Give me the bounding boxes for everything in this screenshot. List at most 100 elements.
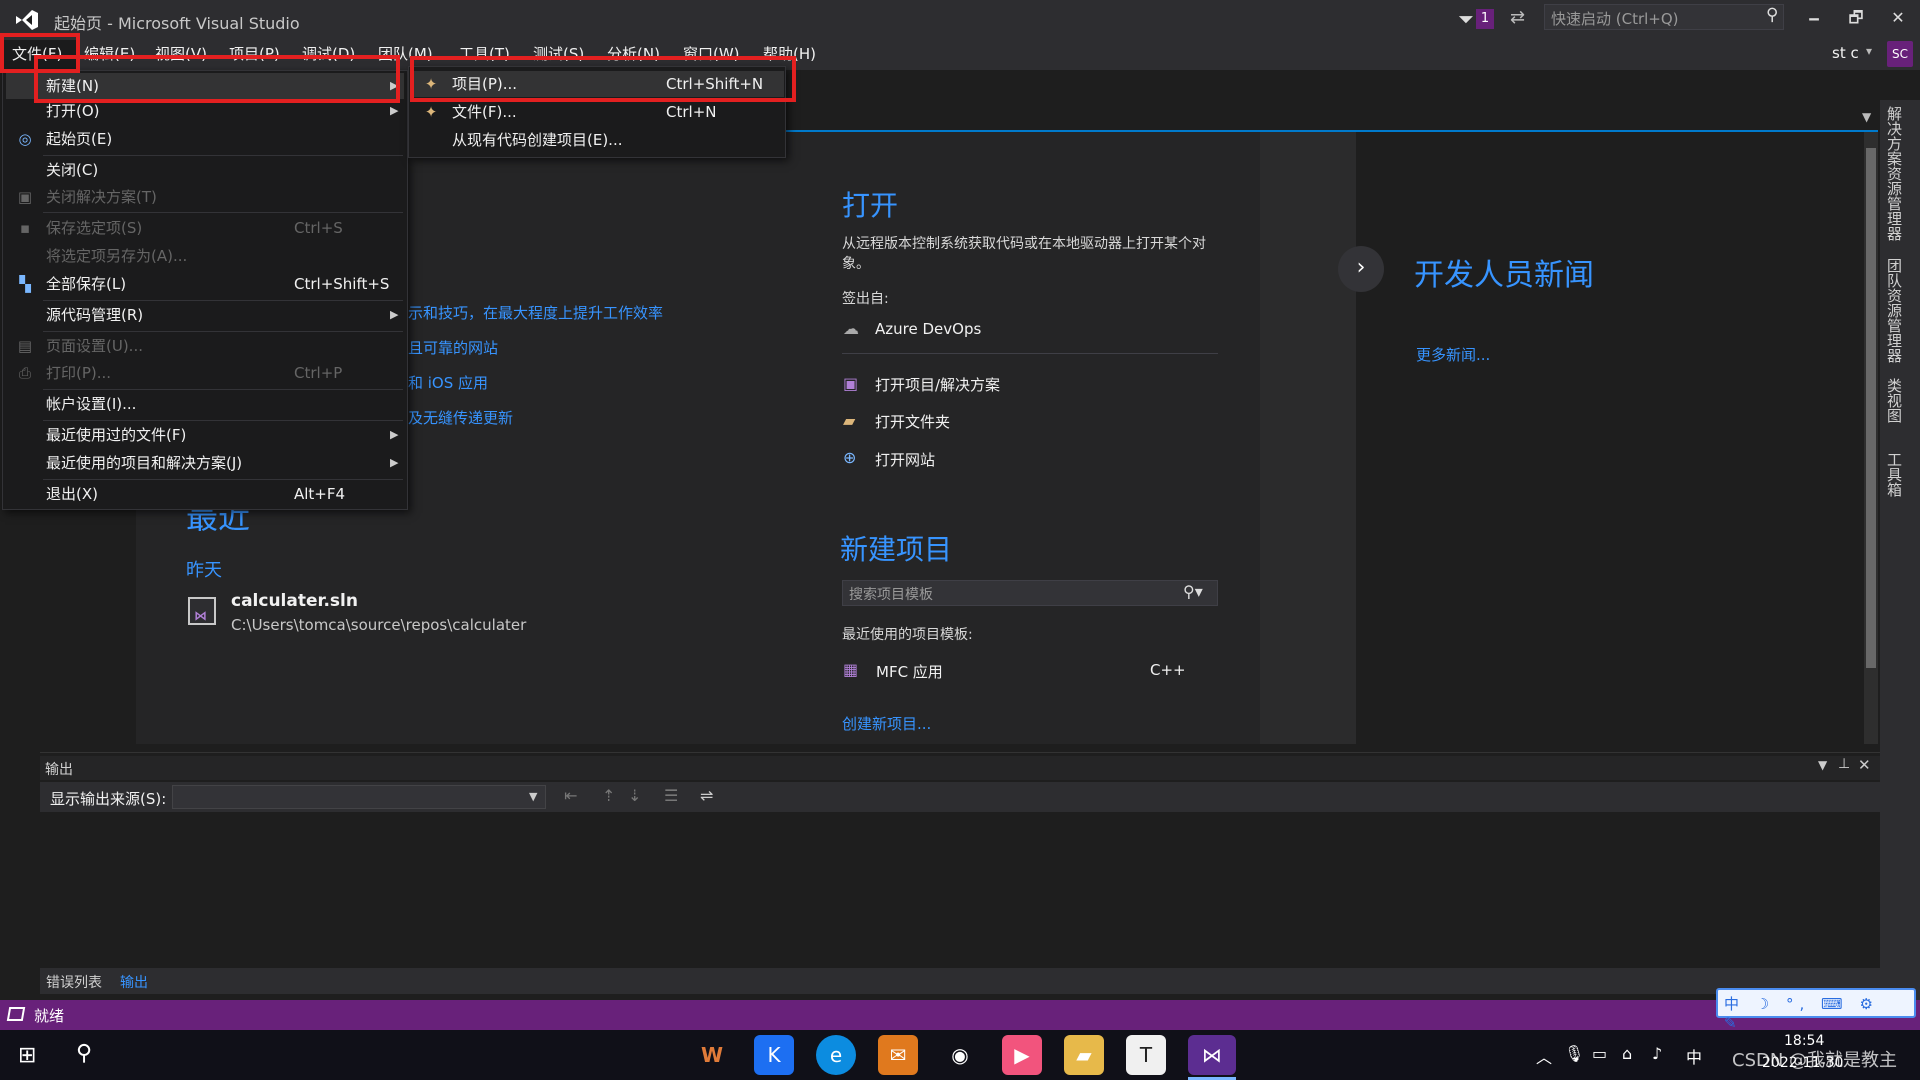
chevron-down-icon[interactable]: ▾ — [1866, 44, 1872, 58]
previous-message-icon[interactable]: ⇡ — [602, 786, 615, 805]
go-to-line-icon[interactable]: ⇤ — [564, 786, 577, 805]
menu-item-project-from-existing-code[interactable]: 从现有代码创建项目(E)... — [412, 127, 784, 153]
pin-icon[interactable]: ⊥ — [1838, 756, 1850, 772]
create-new-project-link[interactable]: 创建新项目... — [842, 713, 931, 734]
menu-item-account-settings[interactable]: 帐户设置(I)... — [6, 391, 404, 417]
output-title: 输出 — [45, 762, 73, 778]
menu-item-recent-files[interactable]: 最近使用过的文件(F) ▶ — [6, 422, 404, 448]
filter-icon[interactable]: ⏷ — [1458, 7, 1474, 31]
open-project-link[interactable]: 打开项目/解决方案 — [875, 374, 1000, 395]
ime-language[interactable]: 中 — [1686, 1044, 1702, 1068]
app-icon-pen[interactable]: W — [692, 1035, 732, 1075]
start-page-icon: ◎ — [18, 130, 32, 148]
menu-separator — [43, 300, 403, 301]
expand-news-button[interactable]: › — [1338, 246, 1384, 292]
template-name[interactable]: MFC 应用 — [876, 661, 943, 682]
ime-toolbar[interactable]: 中 ☽ °, ⌨ ⚙ ✎ — [1716, 988, 1916, 1032]
tab-error-list[interactable]: 错误列表 — [46, 972, 102, 992]
menu-separator — [43, 331, 403, 332]
recent-item-name[interactable]: calculater.sln — [231, 591, 358, 611]
tip-link[interactable]: 示和技巧，在最大程度上提升工作效率 — [408, 302, 663, 323]
clear-all-icon[interactable]: ☰ — [664, 786, 678, 805]
tab-solution-explorer[interactable]: 解决方案资源管理器 — [1884, 106, 1905, 241]
file-explorer-icon[interactable]: ▰ — [1064, 1035, 1104, 1075]
new-file-icon: ✦ — [424, 103, 438, 121]
mfc-app-icon: ▦ — [843, 660, 859, 679]
quick-launch-input[interactable]: 快速启动 (Ctrl+Q) — [1544, 4, 1784, 30]
typora-icon[interactable]: T — [1126, 1035, 1166, 1075]
recent-item-path: C:\Users\tomca\source\repos\calculater — [231, 616, 527, 634]
search-icon[interactable]: ⚲ — [1766, 5, 1778, 25]
menu-item-save-selected: ▪ 保存选定项(S) Ctrl+S — [6, 215, 404, 241]
menu-separator — [43, 212, 403, 213]
battery-icon[interactable]: ▭ — [1592, 1044, 1607, 1063]
template-search-input[interactable]: 搜索项目模板 ⚲▾ — [842, 580, 1218, 606]
cloud-icon: ☁ — [843, 319, 859, 338]
word-wrap-icon[interactable]: ⇌ — [700, 786, 713, 805]
search-icon[interactable]: ⚲▾ — [1183, 582, 1203, 601]
scrollbar-thumb[interactable] — [1866, 148, 1876, 668]
save-all-icon: ▚ — [19, 275, 31, 293]
tip-link[interactable]: 及无缝传递更新 — [408, 407, 513, 428]
visual-studio-logo-icon[interactable] — [14, 8, 40, 32]
menu-item-close[interactable]: 关闭(C) — [6, 157, 404, 183]
open-website-icon: ⊕ — [843, 448, 857, 467]
notification-badge[interactable]: 1 — [1476, 9, 1494, 29]
tab-class-view[interactable]: 类视图 — [1884, 378, 1905, 423]
menu-separator — [43, 155, 403, 156]
open-folder-icon: ▰ — [843, 411, 856, 430]
volume-icon[interactable]: ♪ — [1652, 1044, 1662, 1063]
app-icon-k[interactable]: K — [754, 1035, 794, 1075]
tip-link[interactable]: 且可靠的网站 — [408, 337, 498, 358]
avatar[interactable]: SC — [1887, 41, 1913, 67]
azure-devops-link[interactable]: Azure DevOps — [875, 320, 981, 338]
chevron-down-icon[interactable]: ▼ — [529, 790, 537, 803]
open-folder-link[interactable]: 打开文件夹 — [875, 411, 950, 432]
windows-start-icon[interactable]: ⊞ — [18, 1043, 36, 1068]
wechat-icon[interactable]: ✉ — [878, 1035, 918, 1075]
search-icon[interactable]: ⚲ — [76, 1041, 92, 1066]
user-name[interactable]: st c — [1832, 44, 1859, 62]
tip-link[interactable]: 和 iOS 应用 — [408, 372, 488, 393]
open-description: 从远程版本控制系统获取代码或在本地驱动器上打开某个对象。 — [842, 236, 1206, 272]
checkout-label: 签出自: — [842, 291, 889, 307]
menu-item-exit[interactable]: 退出(X) Alt+F4 — [6, 481, 404, 507]
tab-team-explorer[interactable]: 团队资源管理器 — [1884, 258, 1905, 363]
edge-browser-icon[interactable]: e — [816, 1035, 856, 1075]
chevron-up-icon[interactable]: ︿ — [1536, 1044, 1552, 1068]
restore-button[interactable]: 🗗 — [1836, 4, 1876, 32]
output-header — [40, 756, 1880, 780]
open-website-link[interactable]: 打开网站 — [875, 449, 935, 470]
chevron-down-icon[interactable]: ▼ — [1862, 110, 1871, 124]
tab-output[interactable]: 输出 — [120, 972, 148, 992]
visual-studio-taskbar-icon[interactable]: ⋈ — [1188, 1035, 1236, 1075]
menu-item-print: ⎙ 打印(P)... Ctrl+P — [6, 360, 404, 386]
feedback-icon[interactable]: ⇄ — [1510, 7, 1525, 28]
close-button[interactable]: ✕ — [1878, 4, 1918, 32]
output-source-select[interactable]: ▼ — [172, 785, 546, 809]
qq-icon[interactable]: ◉ — [940, 1035, 980, 1075]
close-icon[interactable]: ✕ — [1858, 756, 1871, 774]
next-message-icon[interactable]: ⇣ — [628, 786, 641, 805]
menu-separator — [43, 479, 403, 480]
chevron-down-icon[interactable]: ▼ — [1818, 758, 1827, 772]
status-text: 就绪 — [34, 1007, 65, 1025]
more-news-link[interactable]: 更多新闻... — [1416, 344, 1490, 365]
clock-date[interactable]: 2022-11-30 — [1762, 1055, 1843, 1071]
menu-item-start-page[interactable]: ◎ 起始页(E) — [6, 126, 404, 152]
bilibili-icon[interactable]: ▶ — [1002, 1035, 1042, 1075]
network-icon[interactable]: ⌂ — [1622, 1044, 1632, 1063]
clock-time[interactable]: 18:54 — [1784, 1033, 1824, 1049]
highlight-box — [410, 56, 796, 102]
window-title: 起始页 - Microsoft Visual Studio — [54, 14, 300, 33]
tab-toolbox[interactable]: 工具箱 — [1884, 452, 1905, 497]
minimize-button[interactable]: 🗕 — [1794, 4, 1834, 32]
menu-item-recent-projects[interactable]: 最近使用的项目和解决方案(J) ▶ — [6, 450, 404, 476]
menu-item-page-setup: ▤ 页面设置(U)... — [6, 333, 404, 359]
menu-item-new-file[interactable]: ✦ 文件(F)... Ctrl+N — [412, 99, 784, 125]
recent-group-label: 昨天 — [186, 560, 222, 581]
solution-file-icon: ⋈ — [188, 597, 216, 625]
menu-item-source-control[interactable]: 源代码管理(R) ▶ — [6, 302, 404, 328]
menu-item-save-all[interactable]: ▚ 全部保存(L) Ctrl+Shift+S — [6, 271, 404, 297]
microphone-icon[interactable]: 🎙 — [1564, 1044, 1584, 1063]
